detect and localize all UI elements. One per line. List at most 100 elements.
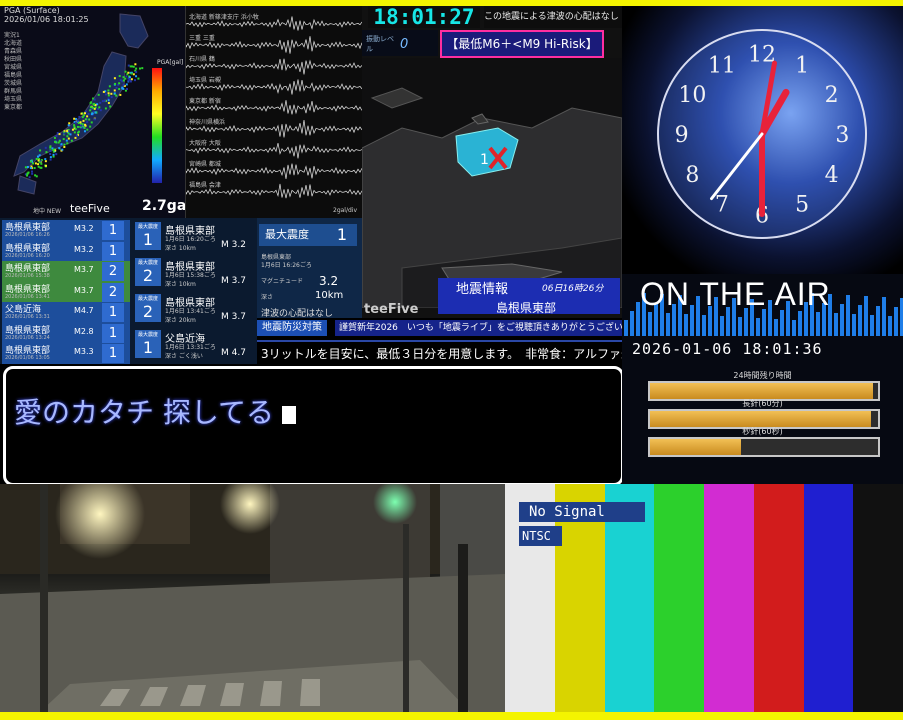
max-shindo-header: 最大震度 1 [259, 224, 357, 246]
pga-color-scale [152, 68, 162, 183]
street-camera-feed [0, 484, 505, 712]
earthquake-detail-item[interactable]: 最大震度 2 島根県東部 1月6日 13:41ごろ 深さ 20km M 3.7 [133, 292, 255, 326]
quake-magnitude: M3.7 [74, 265, 94, 274]
quake-magnitude: M2.8 [74, 326, 94, 336]
quake-date: 2026/01/06 13:31 [5, 314, 50, 320]
earthquake-detail-item[interactable]: 最大震度 2 島根県東部 1月6日 15:38ごろ 深さ 10km M 3.7 [133, 256, 255, 290]
waveform-station-label: 石川県 鶴 [189, 56, 215, 63]
magnitude-value: 3.2 [319, 274, 339, 288]
earthquake-list-item[interactable]: 父島近海 2026/01/06 13:31 M4.7 1 [2, 302, 130, 323]
quake-date: 2026/01/06 16:26 [5, 232, 50, 238]
waveform-station-label: 埼玉県 岩槻 [189, 77, 221, 84]
detail-depth: 深さ 10km [165, 245, 196, 252]
no-signal-color-bars: No Signal NTSC [505, 484, 903, 712]
analog-clock: 121234567891011 [657, 29, 867, 239]
quake-magnitude: M3.2 [74, 244, 94, 254]
shindo-map-panel: 18:01:27 この地震による津波の心配はなし 振動レベル 0 【最低M6＋<… [362, 6, 622, 318]
detail-depth: 深さ ごく浅い [165, 353, 203, 360]
clock-numeral: 5 [795, 193, 809, 218]
quake-shindo: 1 [102, 323, 124, 343]
color-bar [803, 484, 854, 712]
quake-date: 2026/01/06 13:24 [5, 334, 50, 341]
tsunami-status: 津波の心配はなし [261, 309, 334, 318]
bottom-frame [0, 712, 903, 720]
detail-time: 1月6日 13:31ごろ [165, 344, 216, 351]
quake-magnitude: M3.7 [74, 285, 94, 295]
max-shindo-panel: 最大震度 1 島根県東部 1月6日 16:26ごろ マグニチュード 3.2 深さ … [257, 218, 362, 318]
quake-magnitude: M3.2 [74, 224, 94, 233]
list-brand: teeFive [70, 202, 110, 215]
clock-numeral: 10 [678, 83, 706, 108]
clock-numeral: 2 [825, 83, 839, 108]
earthquake-list-item[interactable]: 島根県東部 2026/01/06 13:24 M2.8 1 [2, 322, 130, 344]
detail-time: 1月6日 16:20ごろ [165, 236, 216, 243]
analog-clock-panel: 121234567891011 [622, 6, 903, 274]
shaking-level: 振動レベル 0 [362, 30, 438, 56]
quake-magnitude: M3.3 [74, 347, 94, 356]
progress-bar [648, 437, 880, 457]
waveform-station-label: 北海道 新篠津支庁 浜小牧 [189, 14, 259, 21]
ticker-headline: 謹賀新年2026 いつも「地震ライブ」をご視聴頂きありがとうございます! [335, 320, 622, 336]
detail-magnitude: M 4.7 [221, 348, 246, 358]
quake-shindo: 2 [102, 282, 124, 302]
clock-numeral: 8 [685, 163, 699, 188]
waveform-station-label: 福島県 会津 [189, 182, 221, 189]
earthquake-list-item[interactable]: 島根県東部 2026/01/06 13:05 M3.3 1 [2, 343, 130, 364]
depth-value: 10km [315, 290, 344, 301]
ticker-badge: 地震防災対策 [257, 320, 327, 336]
waveform-station-label: 大阪府 大阪 [189, 140, 221, 147]
quake-date: 2026/01/06 15:38 [5, 273, 50, 279]
lyrics-line: 愛のカタチ 探してる [14, 391, 297, 431]
clock-numeral: 4 [825, 163, 839, 188]
earthquake-list-item[interactable]: 島根県東部 2026/01/06 13:41 M3.7 2 [2, 281, 130, 303]
progress-label: 24時間残り時間 [733, 371, 792, 380]
epicenter-shindo: 1 [480, 152, 489, 168]
progress-label: 秒針(60秒) [742, 427, 783, 436]
list-brand-prefix: 地中 NEW [33, 208, 62, 215]
clock-numeral: 12 [748, 43, 776, 68]
no-signal-label: No Signal [519, 502, 645, 522]
waveform-station-label: 東京都 新宿 [189, 98, 221, 105]
earthquake-list-item[interactable]: 島根県東部 2026/01/06 15:38 M3.7 2 [2, 261, 130, 282]
clock-numeral: 3 [835, 123, 849, 148]
shindo-badge: 最大震度 1 [135, 330, 161, 358]
detail-magnitude: M 3.7 [221, 276, 246, 286]
shindo-badge: 最大震度 1 [135, 222, 161, 250]
quake-magnitude: M4.7 [74, 306, 94, 315]
shindo-badge: 最大震度 2 [135, 258, 161, 286]
depth-label: 深さ [261, 294, 274, 301]
quake-shindo: 2 [102, 262, 124, 281]
progress-label: 長針(60分) [742, 399, 783, 408]
risk-banner: 【最低M6＋<M9 Hi-Risk】 [440, 30, 604, 58]
quake-shindo: 1 [102, 303, 124, 322]
earthquake-detail-item[interactable]: 最大震度 1 父島近海 1月6日 13:31ごろ 深さ ごく浅い M 4.7 [133, 328, 255, 362]
earthquake-list-item[interactable]: 島根県東部 2026/01/06 16:26 M3.2 1 [2, 220, 130, 241]
quake-date: 2026/01/06 16:20 [5, 252, 50, 259]
waveform-station-label: 三重 三重 [189, 35, 215, 42]
on-air-panel: ON THE AIR 2026-01-06 18:01:36 24時間残り時間長… [622, 274, 903, 484]
on-air-datetime: 2026-01-06 18:01:36 [632, 340, 823, 358]
lyrics-box: 愛のカタチ 探してる [3, 366, 624, 486]
waveform-station-label: 神奈川県横浜 [189, 119, 226, 126]
earthquake-list-item[interactable]: 島根県東部 2026/01/06 16:20 M3.2 1 [2, 240, 130, 262]
quake-shindo: 1 [102, 241, 124, 261]
clock-numeral: 11 [708, 53, 736, 78]
pga-map-panel: PGA (Surface) 2026/01/06 18:01:25 実況1 北海道青… [0, 6, 185, 218]
clock-numeral: 1 [795, 53, 809, 78]
detail-depth: 深さ 10km [165, 281, 196, 288]
detail-depth: 深さ 20km [165, 317, 196, 324]
waveform-panel: 北海道 新篠津支庁 浜小牧 三重 三重石川県 鶴埼玉県 岩槻 東京都 新宿 神奈川県横… [185, 6, 363, 218]
earthquake-detail-item[interactable]: 最大震度 1 島根県東部 1月6日 16:20ごろ 深さ 10km M 3.2 [133, 220, 255, 254]
color-bar [704, 484, 755, 712]
tsunami-note: この地震による津波の心配はなし [484, 6, 622, 28]
max-shindo-time: 1月6日 16:26ごろ [261, 262, 312, 269]
earthquake-detail-list: 最大震度 1 島根県東部 1月6日 16:20ごろ 深さ 10km M 3.2 最大震度 2 島… [131, 218, 257, 364]
pga-scale-label: PGA[gal] [157, 59, 184, 66]
brand-logo: teeFive [364, 302, 419, 317]
news-ticker: 地震防災対策 謹賀新年2026 いつも「地震ライブ」をご視聴頂きありがとうござい… [257, 318, 622, 364]
street-scene [0, 484, 505, 712]
color-bar [853, 484, 903, 712]
cursor-block [282, 406, 297, 424]
live-clock: 18:01:27 [368, 6, 480, 28]
pga-reading: 2.7gal [142, 198, 185, 214]
